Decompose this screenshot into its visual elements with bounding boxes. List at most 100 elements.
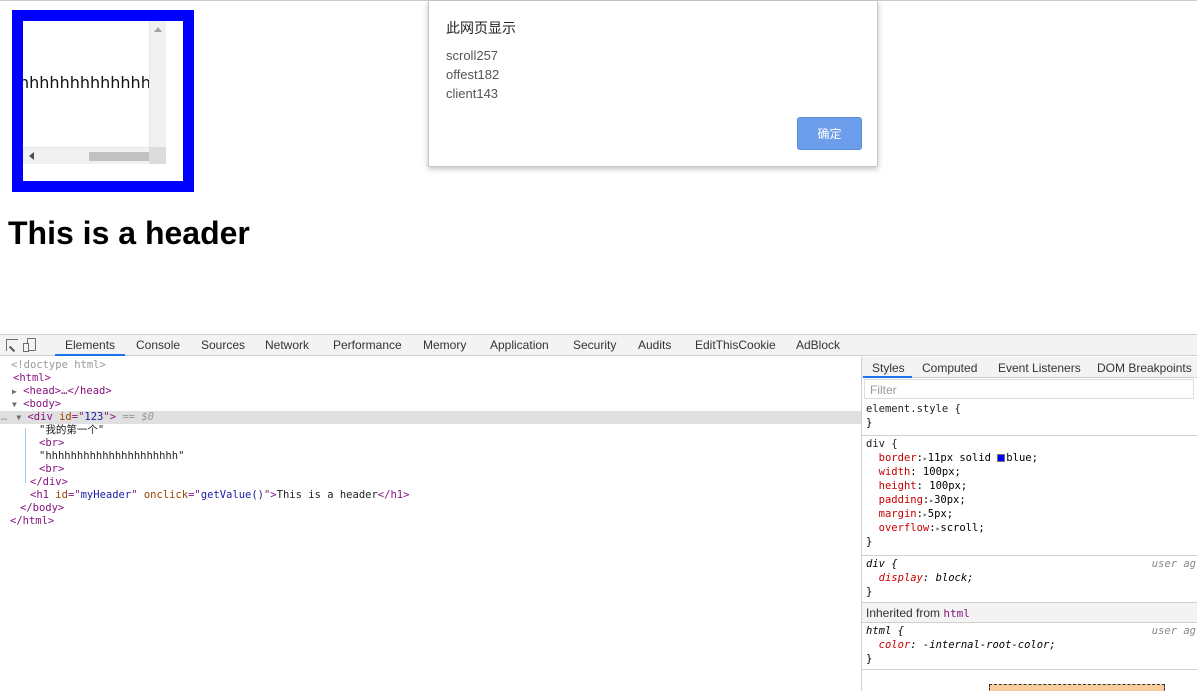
dom-node-doctype[interactable]: <!doctype html> — [0, 359, 861, 372]
collapse-triangle-icon[interactable]: ▼ — [7, 413, 21, 422]
alert-line: client143 — [446, 86, 499, 101]
ua-source: user ag — [1151, 558, 1196, 570]
dom-node-div-selected[interactable]: … ▼ <div id="123"> == $0 — [0, 411, 861, 424]
dom-node-div-close[interactable]: </div> — [0, 476, 861, 489]
dom-node-br[interactable]: <br> — [0, 437, 861, 450]
scroll-corner — [149, 147, 166, 164]
scroll-box-text: hhhhhhhhhhhhh — [23, 73, 151, 92]
doctype-text: <!doctype html> — [11, 359, 106, 371]
page-header[interactable]: This is a header — [8, 215, 250, 252]
tab-application[interactable]: Application — [490, 338, 549, 352]
inherited-header: Inherited from html — [862, 603, 1197, 623]
rule-close-brace: } — [866, 417, 873, 429]
devtools-panel: Elements Console Sources Network Perform… — [0, 334, 1197, 691]
rule-close-brace: } — [866, 653, 873, 665]
text-node-1: "我的第一个" — [39, 424, 105, 436]
rule-close-brace: } — [866, 536, 873, 548]
tab-audits[interactable]: Audits — [638, 338, 671, 352]
style-property[interactable]: border:▸11px solid blue; — [862, 451, 1197, 465]
dom-node-text[interactable]: "hhhhhhhhhhhhhhhhhhhhh" — [0, 450, 861, 463]
tab-dom-breakpoints[interactable]: DOM Breakpoints — [1097, 361, 1192, 375]
element-style-rule[interactable]: element.style { } — [862, 402, 1197, 436]
sidebar-tabs: Styles Computed Event Listeners DOM Brea… — [862, 357, 1197, 378]
ua-div-rule[interactable]: div {user ag display: block; } — [862, 557, 1197, 603]
ok-button[interactable]: 确定 — [797, 117, 862, 150]
tab-sources[interactable]: Sources — [201, 338, 245, 352]
h1-text: This is a header — [276, 489, 378, 501]
devtools-tabbar: Elements Console Sources Network Perform… — [0, 335, 1197, 356]
inherited-tag-link[interactable]: html — [943, 607, 970, 620]
scroll-box[interactable]: hhhhhhhhhhhhh — [12, 10, 194, 192]
tab-elements[interactable]: Elements — [65, 338, 115, 352]
tab-editthiscookie[interactable]: EditThisCookie — [695, 338, 776, 352]
style-property[interactable]: height: 100px; — [862, 479, 1197, 493]
tab-security[interactable]: Security — [573, 338, 616, 352]
div-rule-selector: div { — [866, 438, 898, 450]
inspect-element-icon[interactable] — [6, 339, 18, 351]
body-close-tag: </body> — [20, 502, 65, 514]
rule-close-brace: } — [866, 586, 873, 598]
alert-line: scroll257 — [446, 48, 499, 63]
div-style-rule[interactable]: div { border:▸11px solid blue; width: 10… — [862, 437, 1197, 556]
dom-node-html-close[interactable]: </html> — [0, 515, 861, 528]
dom-node-head[interactable]: ▶ <head>…</head> — [0, 385, 861, 398]
style-property[interactable]: width: 100px; — [862, 465, 1197, 479]
div-id-value: 123 — [84, 411, 104, 423]
dom-node-html[interactable]: <html> — [0, 372, 861, 385]
active-tab-indicator — [55, 354, 125, 356]
style-property[interactable]: overflow:▸scroll; — [862, 521, 1197, 535]
tab-network[interactable]: Network — [265, 338, 309, 352]
styles-sidebar: Styles Computed Event Listeners DOM Brea… — [861, 357, 1197, 691]
style-property[interactable]: padding:▸30px; — [862, 493, 1197, 507]
dom-node-body-close[interactable]: </body> — [0, 502, 861, 515]
ua-div-selector: div {user ag — [866, 558, 1196, 570]
active-sidebar-tab-indicator — [863, 376, 912, 378]
ua-source: user ag — [1151, 625, 1196, 637]
h1-id-value: myHeader — [80, 489, 132, 501]
dom-node-body[interactable]: ▼ <body> — [0, 398, 861, 411]
scroll-up-icon[interactable] — [154, 27, 162, 32]
alert-line: offest182 — [446, 67, 500, 82]
h1-onclick-value: getValue() — [200, 489, 264, 501]
ua-html-rule[interactable]: html {user ag color: -internal-root-colo… — [862, 624, 1197, 670]
scroll-left-icon[interactable] — [29, 152, 34, 160]
tab-memory[interactable]: Memory — [423, 338, 466, 352]
tab-styles[interactable]: Styles — [872, 361, 905, 375]
elements-tree: <!doctype html> <html> ▶ <head>…</head> … — [0, 357, 861, 691]
alert-title: 此网页显示 — [446, 20, 516, 36]
horizontal-scroll-thumb[interactable] — [89, 152, 149, 161]
tab-performance[interactable]: Performance — [333, 338, 402, 352]
html-open-tag: <html> — [13, 372, 51, 384]
alert-message: scroll257 offest182 client143 — [446, 46, 499, 103]
element-style-selector: element.style { — [866, 403, 961, 415]
dom-node-text[interactable]: "我的第一个" — [0, 424, 861, 437]
dom-node-h1[interactable]: <h1 id="myHeader" onclick="getValue()">T… — [0, 489, 861, 502]
scroll-box-content: hhhhhhhhhhhhh — [23, 21, 166, 164]
styles-filter-input[interactable]: Filter — [864, 379, 1194, 399]
expand-triangle-icon[interactable]: ▶ — [0, 387, 17, 396]
ua-html-selector: html {user ag — [866, 625, 1196, 637]
console-ref: == $0 — [122, 411, 154, 423]
style-property[interactable]: margin:▸5px; — [862, 507, 1197, 521]
body-open-tag: <body> — [23, 398, 62, 410]
tab-adblock[interactable]: AdBlock — [796, 338, 840, 352]
tab-console[interactable]: Console — [136, 338, 180, 352]
device-toolbar-icon[interactable] — [23, 338, 36, 352]
div-close-tag: </div> — [30, 476, 68, 488]
tab-event-listeners[interactable]: Event Listeners — [998, 361, 1081, 375]
br-tag: <br> — [39, 437, 65, 449]
head-tag: <head>…</head> — [23, 385, 112, 397]
tab-computed[interactable]: Computed — [922, 361, 977, 375]
horizontal-scrollbar[interactable] — [23, 147, 166, 164]
page-viewport: hhhhhhhhhhhhh This is a header 此网页显示 scr… — [0, 0, 1197, 334]
html-close-tag: </html> — [10, 515, 55, 527]
color-swatch[interactable] — [997, 454, 1006, 462]
dom-node-br[interactable]: <br> — [0, 463, 861, 476]
collapse-triangle-icon[interactable]: ▼ — [0, 400, 17, 409]
vertical-scrollbar[interactable] — [149, 21, 166, 164]
style-property[interactable]: color: -internal-root-color; — [862, 638, 1197, 652]
tree-guide-line — [25, 428, 26, 483]
style-property[interactable]: display: block; — [862, 571, 1197, 585]
alert-dialog: 此网页显示 scroll257 offest182 client143 确定 — [428, 1, 878, 167]
text-node-2: "hhhhhhhhhhhhhhhhhhhhh" — [39, 450, 185, 462]
